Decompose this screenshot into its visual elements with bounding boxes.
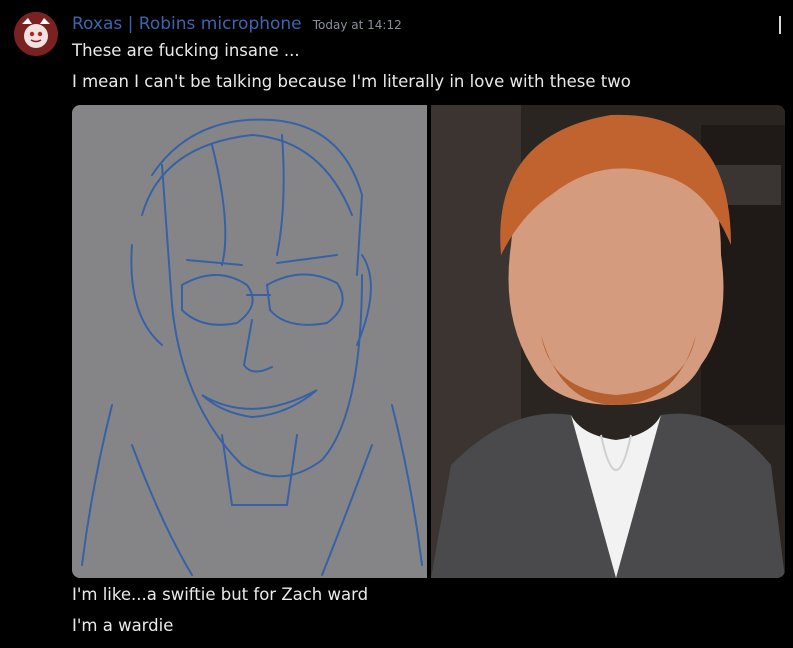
message-timestamp: Today at 14:12 bbox=[312, 18, 402, 32]
message-text: I'm a wardie bbox=[72, 616, 174, 635]
message-text: I'm like...a swiftie but for Zach ward bbox=[72, 585, 369, 604]
portrait-photo-icon bbox=[431, 105, 785, 578]
attachment-photo-image[interactable] bbox=[431, 105, 785, 578]
message-header: Roxas | Robins microphone Today at 14:12 bbox=[72, 14, 402, 34]
message-text: These are fucking insane ... bbox=[72, 41, 300, 60]
message-text: I mean I can't be talking because I'm li… bbox=[72, 72, 631, 91]
attachment-sketch-image[interactable] bbox=[72, 105, 427, 578]
user-avatar[interactable] bbox=[14, 12, 58, 56]
window-edge-divider bbox=[779, 16, 793, 34]
author-name[interactable]: Roxas | Robins microphone bbox=[72, 14, 302, 34]
sketch-drawing-icon bbox=[81, 118, 423, 576]
chat-message: Roxas | Robins microphone Today at 14:12… bbox=[0, 0, 793, 648]
avatar-icon bbox=[14, 12, 58, 56]
image-gallery bbox=[72, 105, 785, 578]
